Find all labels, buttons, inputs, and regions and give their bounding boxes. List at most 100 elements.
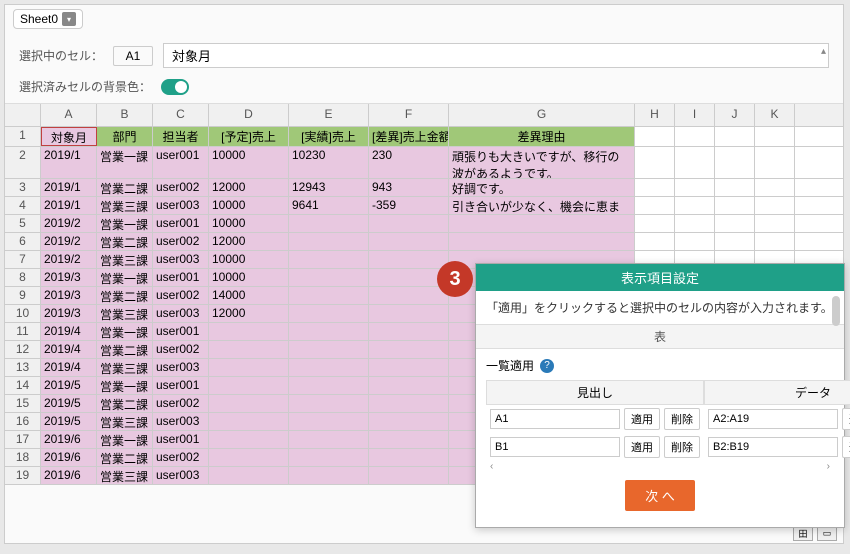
cell[interactable]: 2019/5 xyxy=(41,377,97,394)
heading-input[interactable] xyxy=(490,409,620,429)
cell[interactable]: 12943 xyxy=(289,179,369,196)
cell[interactable]: 2019/2 xyxy=(41,233,97,250)
cell[interactable]: 営業三課 xyxy=(97,197,153,214)
cell[interactable]: 10000 xyxy=(209,269,289,286)
cell[interactable] xyxy=(209,395,289,412)
cell[interactable]: 差異理由 xyxy=(449,127,635,146)
cell[interactable]: 営業一課 xyxy=(97,147,153,178)
cell[interactable]: 営業二課 xyxy=(97,395,153,412)
cell[interactable] xyxy=(209,413,289,430)
cell[interactable] xyxy=(675,233,715,250)
cell[interactable] xyxy=(289,449,369,466)
cell[interactable] xyxy=(715,197,755,214)
cell[interactable] xyxy=(369,467,449,484)
data-input[interactable] xyxy=(708,437,838,457)
cell[interactable] xyxy=(635,233,675,250)
cell[interactable]: 対象月 xyxy=(41,127,97,146)
cell[interactable]: [実績]売上 xyxy=(289,127,369,146)
cell[interactable]: user001 xyxy=(153,377,209,394)
column-header[interactable]: K xyxy=(755,104,795,126)
cell[interactable]: -359 xyxy=(369,197,449,214)
cell[interactable]: [予定]売上 xyxy=(209,127,289,146)
scroll-left-icon[interactable]: ‹ xyxy=(490,461,493,472)
heading-input[interactable] xyxy=(490,437,620,457)
cell[interactable]: user003 xyxy=(153,413,209,430)
cell[interactable] xyxy=(289,233,369,250)
cell[interactable]: 営業三課 xyxy=(97,305,153,322)
row-header[interactable]: 15 xyxy=(5,395,41,412)
cell[interactable]: 営業二課 xyxy=(97,179,153,196)
row-header[interactable]: 14 xyxy=(5,377,41,394)
cell[interactable]: user003 xyxy=(153,359,209,376)
cell[interactable] xyxy=(289,287,369,304)
cell[interactable] xyxy=(369,413,449,430)
cell[interactable] xyxy=(289,359,369,376)
row-header[interactable]: 3 xyxy=(5,179,41,196)
cell[interactable]: 10000 xyxy=(209,147,289,178)
cell[interactable] xyxy=(755,179,795,196)
column-header[interactable]: F xyxy=(369,104,449,126)
dialog-scrollbar[interactable] xyxy=(830,294,842,525)
row-header[interactable]: 8 xyxy=(5,269,41,286)
cell[interactable]: user001 xyxy=(153,269,209,286)
cell[interactable] xyxy=(289,377,369,394)
column-header[interactable]: B xyxy=(97,104,153,126)
help-icon[interactable]: ? xyxy=(540,359,554,373)
row-header[interactable]: 9 xyxy=(5,287,41,304)
cell[interactable]: 2019/4 xyxy=(41,341,97,358)
cell[interactable]: 営業三課 xyxy=(97,413,153,430)
select-all-corner[interactable] xyxy=(5,104,41,126)
cell[interactable] xyxy=(289,341,369,358)
cell[interactable]: user002 xyxy=(153,341,209,358)
cell[interactable]: 営業一課 xyxy=(97,377,153,394)
cell[interactable] xyxy=(715,233,755,250)
cell[interactable] xyxy=(675,147,715,178)
cell[interactable] xyxy=(369,215,449,232)
cell[interactable]: 2019/5 xyxy=(41,395,97,412)
cell[interactable]: 943 xyxy=(369,179,449,196)
cell[interactable] xyxy=(369,323,449,340)
cell[interactable]: 10230 xyxy=(289,147,369,178)
cell[interactable]: 12000 xyxy=(209,179,289,196)
cell[interactable] xyxy=(635,179,675,196)
cell[interactable] xyxy=(369,449,449,466)
cell[interactable] xyxy=(635,127,675,146)
data-input[interactable] xyxy=(708,409,838,429)
cell[interactable]: 営業一課 xyxy=(97,215,153,232)
cell[interactable]: 2019/3 xyxy=(41,305,97,322)
cell[interactable]: 2019/6 xyxy=(41,431,97,448)
column-header[interactable]: E xyxy=(289,104,369,126)
cell[interactable] xyxy=(369,359,449,376)
cell[interactable]: 営業一課 xyxy=(97,269,153,286)
cell[interactable] xyxy=(289,269,369,286)
cell[interactable] xyxy=(635,197,675,214)
cell[interactable] xyxy=(289,215,369,232)
cell[interactable]: 頑張りも大きいですが、移行の波があるようです。 xyxy=(449,147,635,178)
cell[interactable]: 営業三課 xyxy=(97,359,153,376)
cell[interactable]: 担当者 xyxy=(153,127,209,146)
cell[interactable]: 営業二課 xyxy=(97,449,153,466)
cell[interactable]: [差異]売上金額 xyxy=(369,127,449,146)
cell[interactable]: 営業三課 xyxy=(97,251,153,268)
cell[interactable]: user001 xyxy=(153,323,209,340)
cell[interactable] xyxy=(209,467,289,484)
row-header[interactable]: 7 xyxy=(5,251,41,268)
column-header[interactable]: D xyxy=(209,104,289,126)
cell-content-input[interactable]: 対象月 ▴ xyxy=(163,43,829,68)
cell[interactable]: 9641 xyxy=(289,197,369,214)
cell[interactable] xyxy=(289,323,369,340)
cell[interactable] xyxy=(209,431,289,448)
cell[interactable] xyxy=(449,233,635,250)
chevron-down-icon[interactable]: ▾ xyxy=(62,12,76,26)
cell[interactable] xyxy=(755,215,795,232)
row-header[interactable]: 10 xyxy=(5,305,41,322)
cell[interactable] xyxy=(289,395,369,412)
cell[interactable]: user001 xyxy=(153,215,209,232)
cell[interactable]: 引き合いが少なく、機会に恵まれません xyxy=(449,197,635,214)
cell-reference[interactable]: A1 xyxy=(113,46,153,66)
cell[interactable]: 12000 xyxy=(209,233,289,250)
cell[interactable] xyxy=(289,413,369,430)
cell[interactable] xyxy=(369,305,449,322)
cell[interactable] xyxy=(369,395,449,412)
column-header[interactable]: J xyxy=(715,104,755,126)
